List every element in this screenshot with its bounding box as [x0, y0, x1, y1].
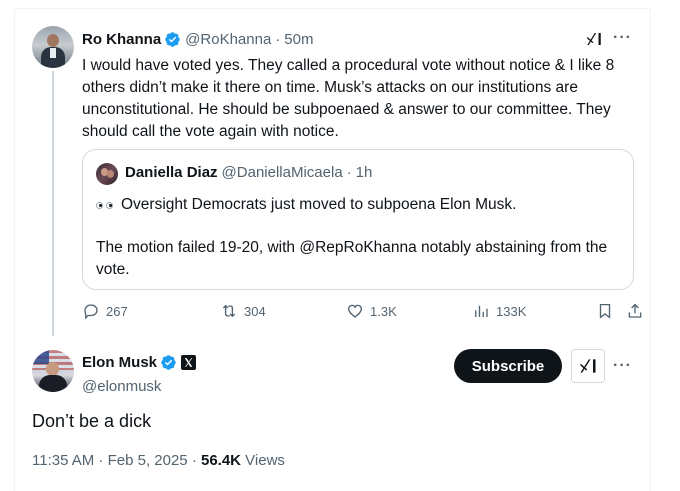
avatar[interactable]: [32, 350, 74, 392]
share-button[interactable]: [626, 302, 650, 320]
quoted-header: Daniella Diaz @DaniellaMicaela · 1h: [125, 164, 372, 181]
eyes-emoji-icon: [96, 201, 113, 209]
views-count: 133K: [496, 303, 527, 319]
quoted-time: 1h: [355, 164, 373, 181]
avatar[interactable]: [32, 26, 74, 68]
grok-icon[interactable]: [585, 30, 603, 48]
reply-button[interactable]: 267: [82, 302, 128, 320]
author-name[interactable]: Ro Khanna: [82, 31, 161, 48]
tweet-header: Ro Khanna @RoKhanna · 50m: [82, 29, 313, 49]
quoted-author-handle[interactable]: @DaniellaMicaela: [222, 164, 343, 181]
tweet-time[interactable]: 50m: [284, 31, 313, 48]
main-tweet-text: Don’t be a dick: [32, 411, 152, 431]
tweet-actions: 267 304 1.3K 133K: [82, 302, 642, 326]
dot-separator: ·: [275, 30, 281, 48]
quoted-line-1: Oversight Democrats just moved to subpoe…: [96, 194, 516, 216]
reply-count: 267: [106, 303, 128, 319]
quoted-tweet[interactable]: Daniella Diaz @DaniellaMicaela · 1h Over…: [82, 149, 634, 290]
tweet-meta: 11:35 AM · Feb 5, 2025 · 56.4K Views: [32, 452, 285, 469]
bookmark-button[interactable]: [596, 302, 620, 320]
tweet-thread: Ro Khanna @RoKhanna · 50m ··· I would ha…: [14, 8, 651, 491]
reply-icon: [84, 304, 98, 320]
views-button[interactable]: 133K: [472, 302, 526, 320]
repost-icon: [222, 304, 236, 318]
main-author-header: Elon Musk: [82, 354, 197, 371]
views-label: Views: [241, 452, 285, 469]
like-count: 1.3K: [370, 303, 397, 319]
grok-icon: [580, 359, 596, 373]
subscribe-button[interactable]: Subscribe: [454, 349, 562, 383]
more-icon[interactable]: ···: [613, 357, 631, 375]
tweet-text: I would have voted yes. They called a pr…: [82, 57, 615, 140]
verified-badge-icon: [165, 31, 180, 47]
repost-count: 304: [244, 303, 266, 319]
main-author-handle[interactable]: @elonmusk: [82, 378, 161, 395]
x-affiliation-icon: [181, 355, 197, 370]
quoted-text-2: The motion failed 19-20, with @RepRoKhan…: [96, 239, 608, 278]
timestamp[interactable]: 11:35 AM · Feb 5, 2025 ·: [32, 452, 201, 469]
like-button[interactable]: 1.3K: [346, 302, 397, 320]
thread-connector-line: [52, 71, 54, 336]
main-author-name[interactable]: Elon Musk: [82, 354, 157, 371]
share-icon: [628, 303, 642, 318]
verified-badge-icon: [161, 355, 176, 370]
bookmark-icon: [599, 303, 611, 319]
repost-button[interactable]: 304: [220, 302, 266, 320]
quoted-text-1: Oversight Democrats just moved to subpoe…: [121, 196, 517, 213]
dot-separator: ·: [346, 164, 352, 181]
quoted-avatar[interactable]: [96, 163, 118, 185]
more-icon[interactable]: ···: [613, 29, 631, 47]
quoted-author-name[interactable]: Daniella Diaz: [125, 164, 218, 181]
view-count: 56.4K: [200, 452, 242, 469]
views-icon: [475, 305, 488, 317]
grok-button[interactable]: [571, 349, 605, 383]
like-icon: [347, 304, 363, 318]
author-handle[interactable]: @RoKhanna: [185, 31, 271, 48]
